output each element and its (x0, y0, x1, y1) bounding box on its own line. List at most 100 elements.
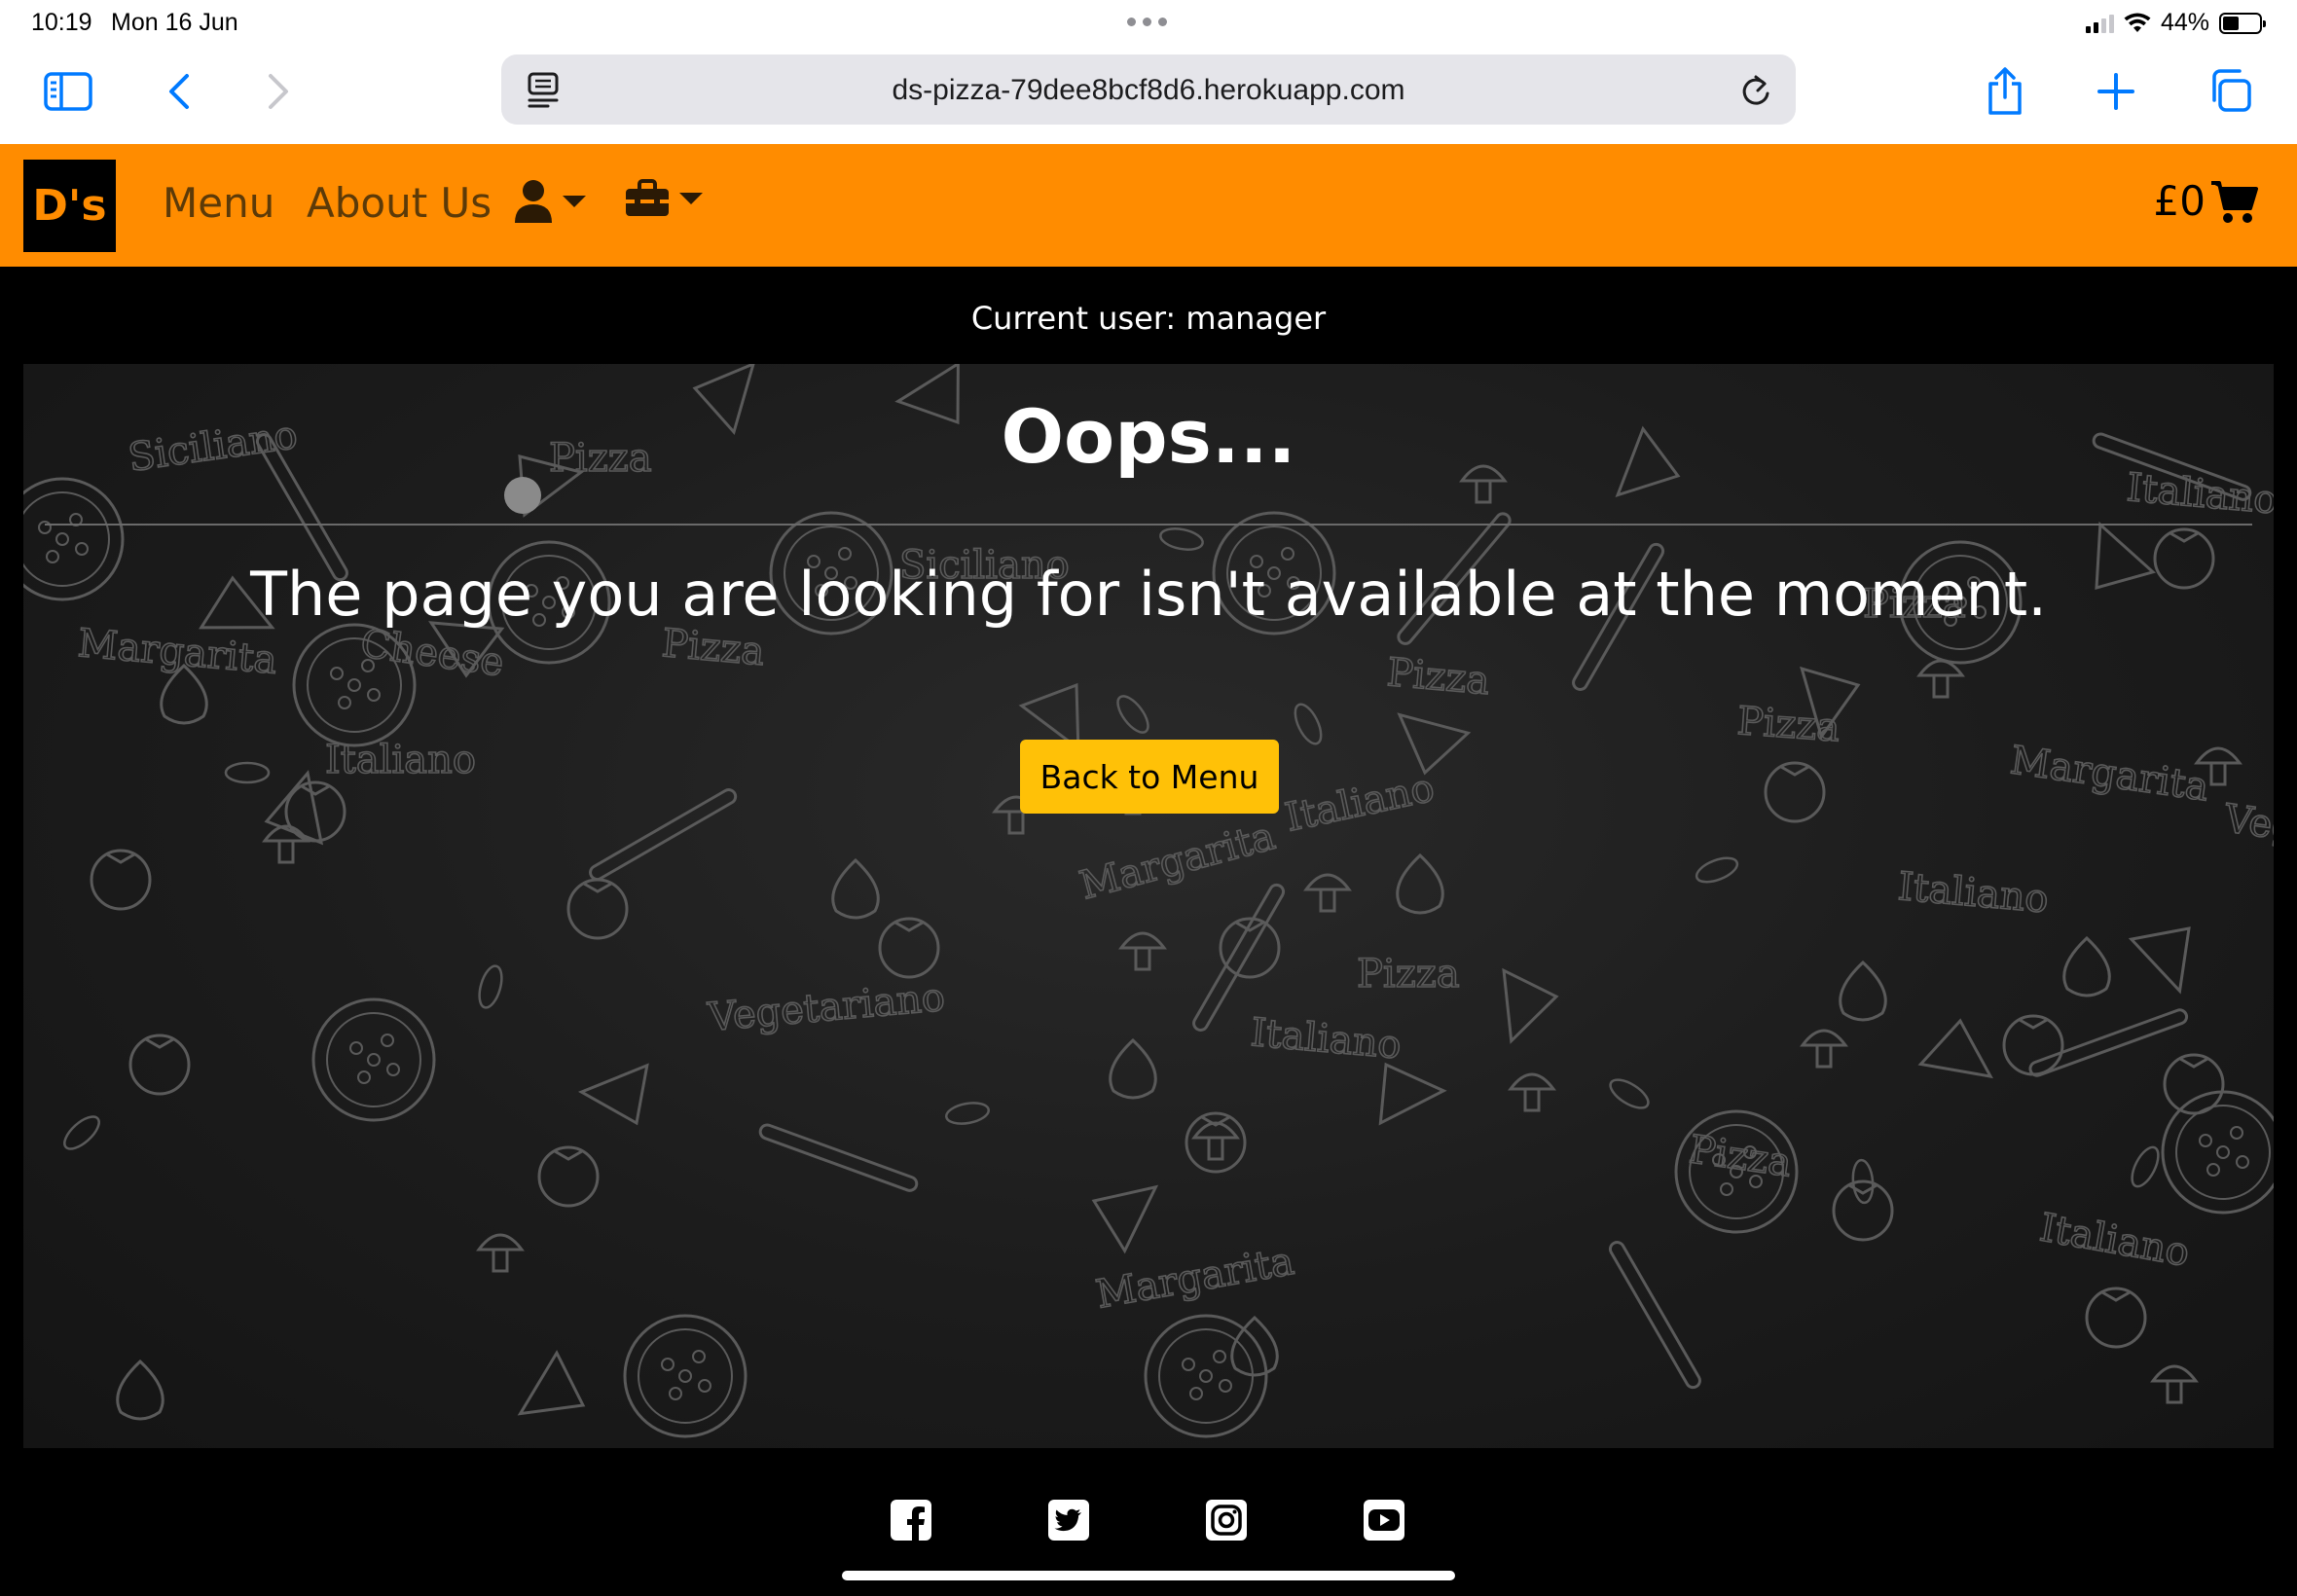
leaf-doodle (1294, 703, 1323, 745)
mushroom-doodle (1118, 931, 1167, 950)
leaf-doodle (63, 1115, 100, 1150)
home-indicator[interactable] (842, 1571, 1455, 1580)
cart-icon (2211, 180, 2258, 223)
doodle-word: Italiano (2036, 1206, 2193, 1276)
topping-doodle (2236, 1155, 2249, 1169)
back-icon[interactable] (162, 70, 197, 113)
wifi-icon (2124, 13, 2151, 32)
user-icon (515, 180, 552, 223)
forward-icon[interactable] (261, 70, 296, 113)
topping-doodle (669, 1387, 682, 1400)
slice-doodle (577, 1063, 649, 1126)
pizza-doodle (311, 998, 436, 1122)
new-tab-icon[interactable] (2095, 70, 2137, 113)
mushroom-doodle (1319, 889, 1336, 913)
back-to-menu-button[interactable]: Back to Menu (1020, 740, 1279, 814)
leaf-doodle (1609, 1078, 1650, 1109)
nav-link-menu[interactable]: Menu (163, 179, 274, 227)
mushroom-doodle (2150, 1364, 2199, 1383)
topping-doodle (347, 678, 361, 692)
pizza-doodle (292, 623, 417, 747)
tomato-doodle (1201, 1115, 1230, 1127)
pizza-doodle (307, 637, 402, 733)
pizza-doodle (638, 1328, 733, 1424)
mushroom-doodle (1800, 1029, 1848, 1047)
doodle-word: Italiano (1282, 766, 1439, 841)
share-icon[interactable] (1982, 64, 2028, 119)
status-indicators: 44% (2085, 9, 2266, 37)
topping-doodle (1720, 1182, 1733, 1196)
topping-doodle (367, 688, 381, 702)
topping-doodle (367, 1053, 381, 1067)
utensil-doodle (1608, 1241, 1701, 1390)
slice-doodle (1091, 1184, 1159, 1254)
leaf-doodle (945, 1102, 990, 1125)
youtube-icon[interactable] (1363, 1499, 1405, 1542)
chevron-down-icon (563, 196, 586, 207)
tomato-doodle (2002, 1014, 2064, 1076)
topping-doodle (661, 1358, 675, 1371)
utensil-doodle (589, 788, 738, 882)
tomato-doodle (894, 921, 924, 932)
topping-doodle (692, 1350, 706, 1363)
url-text[interactable]: ds-pizza-79dee8bcf8d6.herokuapp.com (501, 74, 1796, 107)
doodle-word: Vege (2221, 796, 2274, 853)
management-dropdown[interactable] (625, 179, 703, 218)
tomato-doodle (2019, 1018, 2048, 1030)
cart-button[interactable]: £0 (2154, 177, 2258, 225)
tomato-doodle (2163, 1053, 2225, 1115)
mushroom-doodle (1815, 1045, 1833, 1069)
topping-doodle (55, 532, 69, 546)
topping-doodle (330, 667, 344, 680)
tomato-doodle (2169, 531, 2199, 543)
slice-doodle (1018, 682, 1080, 752)
multitasking-dots-icon[interactable] (1127, 18, 1167, 26)
topping-doodle (1199, 1369, 1213, 1383)
address-bar[interactable]: ds-pizza-79dee8bcf8d6.herokuapp.com (501, 54, 1796, 125)
doodle-word: Margarita (2008, 738, 2212, 810)
utensil-doodle (758, 1123, 919, 1192)
nav-link-about[interactable]: About Us (307, 179, 492, 227)
mushroom-doodle (1007, 812, 1025, 835)
mushroom-doodle (2194, 746, 2242, 765)
leaf-doodle (224, 761, 271, 784)
leaf-doodle (1695, 856, 1739, 884)
leaf-doodle (1159, 527, 1204, 551)
status-date: Mon 16 Jun (111, 9, 238, 36)
topping-doodle (349, 1041, 363, 1055)
brand-logo[interactable]: D's (23, 160, 116, 252)
pizza-doodle (1158, 1328, 1254, 1424)
mushroom-doodle (2209, 763, 2227, 786)
instagram-icon[interactable] (1205, 1499, 1248, 1542)
sidebar-icon[interactable] (43, 70, 93, 113)
tomato-doodle (537, 1145, 600, 1208)
doodle-word: Italiano (1896, 864, 2050, 922)
topping-doodle (1219, 1379, 1232, 1393)
slice-doodle (1397, 712, 1472, 776)
doodle-word: Pizza (1385, 650, 1491, 704)
doodle-word: Margarita (1076, 814, 1280, 909)
leaf-doodle (1116, 695, 1149, 734)
tomato-doodle (90, 849, 152, 911)
mushroom-doodle (277, 841, 295, 864)
tomato-doodle (554, 1149, 583, 1161)
tomato-doodle (1764, 761, 1826, 823)
tomato-doodle (878, 917, 940, 979)
topping-doodle (2230, 1126, 2243, 1140)
browser-toolbar: ds-pizza-79dee8bcf8d6.herokuapp.com (0, 47, 2297, 144)
cursor-dot (504, 477, 541, 514)
garlic-doodle (831, 857, 880, 920)
reload-icon[interactable] (1739, 74, 1772, 109)
account-dropdown[interactable] (514, 179, 586, 224)
twitter-icon[interactable] (1047, 1499, 1090, 1542)
error-message: The page you are looking for isn't avail… (250, 559, 2047, 630)
mushroom-doodle (2166, 1381, 2183, 1404)
topping-doodle (381, 1034, 394, 1047)
utensil-doodle (1192, 883, 1286, 1032)
topping-doodle (2199, 1134, 2212, 1147)
doodle-word: Italiano (1249, 1010, 1403, 1068)
toolbox-icon (626, 179, 669, 216)
facebook-icon[interactable] (890, 1499, 932, 1542)
tabs-icon[interactable] (2206, 66, 2254, 115)
mushroom-doodle (1932, 675, 1950, 699)
